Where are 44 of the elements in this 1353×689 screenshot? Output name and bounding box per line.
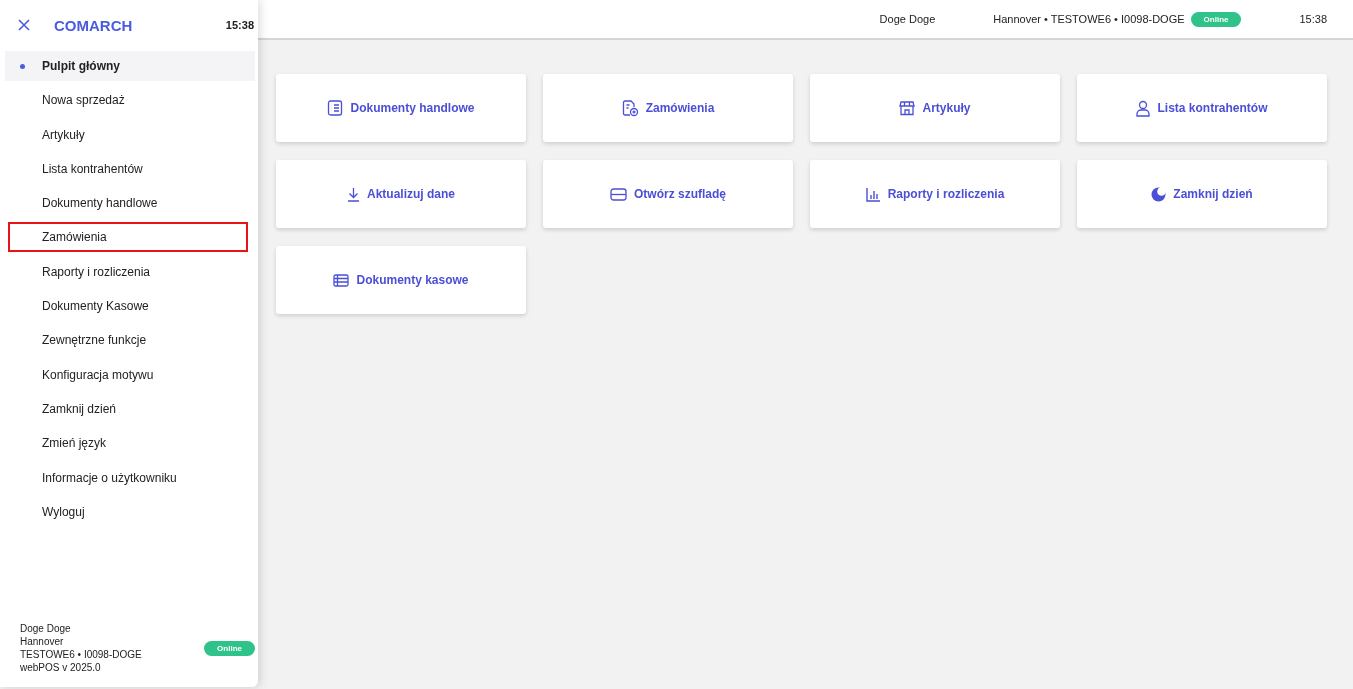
dashboard-tile[interactable]: Zamówienia: [543, 74, 793, 142]
user-info-text: Doge Doge: [20, 623, 72, 634]
dashboard-tile[interactable]: Artykuły: [810, 74, 1060, 142]
bar-chart-icon: [865, 186, 881, 202]
download-icon: [347, 186, 360, 202]
menu-item[interactable]: Raporty i rozliczenia: [8, 256, 255, 287]
user-info-text: webPOS v 2025.0: [20, 662, 102, 673]
document-plus-icon: [621, 99, 639, 117]
menu-item[interactable]: Zmień język: [8, 428, 255, 459]
moon-icon: [1151, 186, 1167, 202]
clock-time: 15:38: [225, 19, 254, 31]
dashboard-tile[interactable]: Zamknij dzień: [1077, 160, 1327, 228]
menu-item[interactable]: Artykuły: [8, 119, 255, 150]
menu-item[interactable]: Wyloguj: [8, 496, 255, 527]
close-icon[interactable]: [18, 19, 30, 31]
logo-text: COMARCH: [54, 16, 134, 34]
dashboard-tile[interactable]: Dokumenty handlowe: [276, 74, 526, 142]
menu-item[interactable]: Dokumenty Kasowe: [8, 291, 255, 322]
menu-item[interactable]: Zewnętrzne funkcje: [8, 325, 255, 356]
menu-item[interactable]: Informacje o użytkowniku: [8, 462, 255, 493]
user-info-text: Hannover: [20, 636, 65, 647]
dashboard-tile[interactable]: Otwórz szufladę: [543, 160, 793, 228]
user-info-text: TESTOWE6 • I0098-DOGE: [20, 649, 143, 660]
user-name: Doge Doge: [879, 13, 936, 25]
online-badge: Online: [204, 640, 255, 656]
table-icon: [333, 273, 350, 287]
dashboard-tile[interactable]: Raporty i rozliczenia: [810, 160, 1060, 228]
menu-item[interactable]: Zamówienia: [8, 222, 248, 253]
menu-item[interactable]: Pulpit główny: [5, 51, 255, 81]
online-badge: Online: [1190, 11, 1242, 27]
dashboard-tile[interactable]: Lista kontrahentów: [1077, 74, 1327, 142]
menu-item[interactable]: Konfiguracja motywu: [8, 359, 255, 390]
clock-time: 15:38: [1299, 13, 1327, 25]
dashboard-tile[interactable]: Dokumenty kasowe: [276, 246, 526, 314]
dashboard-tile[interactable]: Aktualizuj dane: [276, 160, 526, 228]
person-icon: [1136, 99, 1151, 117]
menu-item[interactable]: Zamknij dzień: [8, 393, 255, 424]
menu-item[interactable]: Nowa sprzedaż: [8, 85, 255, 116]
card-icon: [610, 187, 627, 201]
list-icon: [327, 100, 344, 116]
menu-item[interactable]: Dokumenty handlowe: [8, 188, 255, 219]
menu-item[interactable]: Lista kontrahentów: [8, 153, 255, 184]
store-icon: [899, 100, 916, 116]
location-text: Hannover • TESTOWE6 • I0098-DOGE: [993, 13, 1185, 25]
